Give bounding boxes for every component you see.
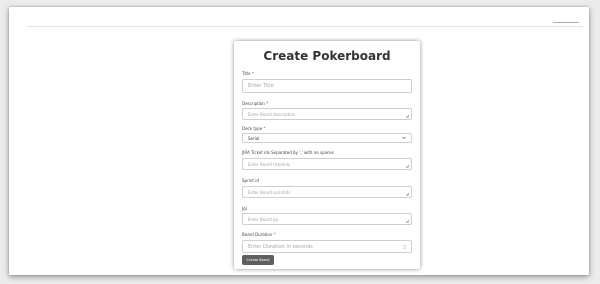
number-spinner-icon[interactable] (403, 244, 406, 249)
resize-handle-icon[interactable] (405, 219, 409, 223)
browser-page: Create Pokerboard Title * Enter Title De… (9, 7, 589, 275)
ticket-ids-textarea[interactable]: Enter Board ticketids (242, 158, 412, 170)
board-duration-label: Board Duration * (242, 232, 276, 237)
resize-handle-icon[interactable] (405, 114, 409, 118)
form-title: Create Pokerboard (263, 49, 391, 63)
board-duration-input[interactable]: Enter Duration in seconds (242, 240, 412, 253)
create-pokerboard-form: Create Pokerboard Title * Enter Title De… (234, 41, 420, 269)
jql-label: Jql (242, 206, 247, 211)
chevron-down-icon (402, 136, 406, 140)
jql-textarea[interactable]: Enter Board jql (242, 213, 412, 225)
navbar-divider (27, 26, 583, 27)
nav-link[interactable] (553, 22, 579, 27)
deck-type-select[interactable]: Serial (242, 133, 412, 143)
description-label: Description * (242, 101, 269, 106)
description-textarea[interactable]: Enter Board description (242, 108, 412, 120)
sprint-id-label: Sprint id (242, 178, 259, 183)
resize-handle-icon[interactable] (405, 192, 409, 196)
resize-handle-icon[interactable] (405, 164, 409, 168)
deck-type-label: Deck type * (242, 126, 266, 131)
title-input[interactable]: Enter Title (242, 79, 412, 93)
create-board-button[interactable]: Create Board (242, 255, 274, 265)
jira-ticket-ids-label: JIRA Ticket ids Separated by ',' with no… (242, 150, 334, 155)
sprint-ids-textarea[interactable]: Enter Board sprintids (242, 186, 412, 198)
title-label: Title * (242, 71, 254, 76)
